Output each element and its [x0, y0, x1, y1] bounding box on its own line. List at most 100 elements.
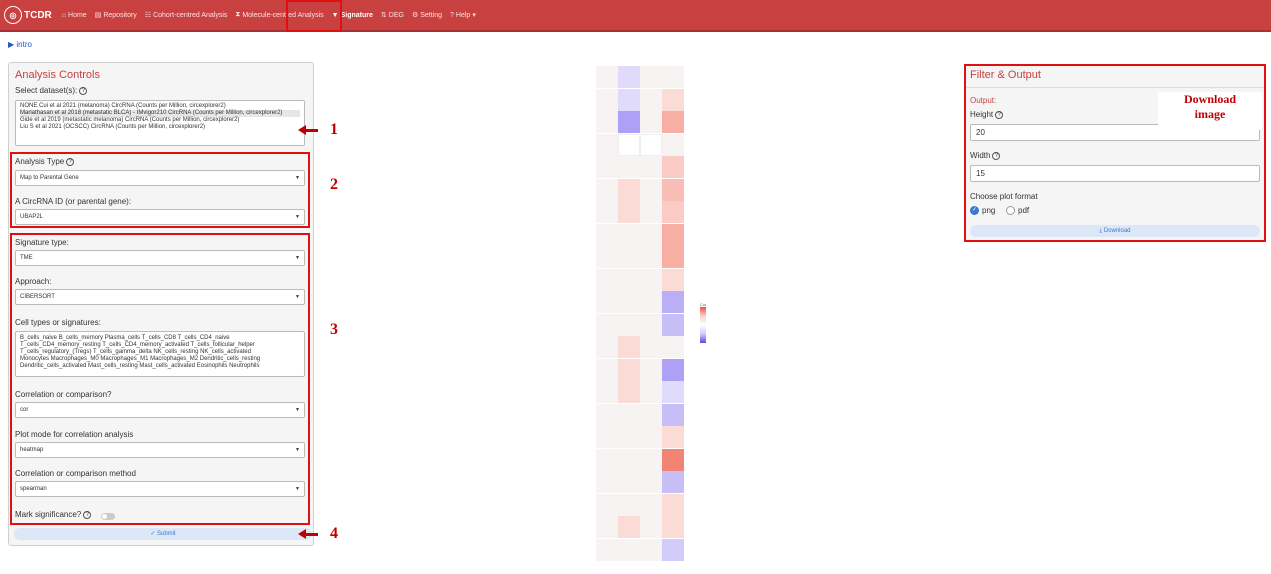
output-label: Output:: [970, 96, 997, 105]
mark-significance-toggle[interactable]: [101, 513, 115, 520]
nav-cohort-analysis[interactable]: ☷ Cohort-centred Analysis: [144, 11, 228, 20]
intro-toggle[interactable]: ▶ intro: [8, 40, 32, 49]
heatmap-cell: [596, 358, 618, 381]
chevron-down-icon: ▾: [472, 12, 476, 19]
help-icon: ?: [66, 157, 75, 166]
heatmap-cell: [640, 291, 662, 313]
download-button[interactable]: ⤓ Download: [970, 225, 1260, 237]
heatmap-cell: [618, 336, 640, 358]
signature-type-select[interactable]: TME ▼: [15, 250, 305, 266]
logo-text: TCDR: [24, 9, 52, 21]
submit-button[interactable]: ✓ Submit: [14, 528, 312, 540]
heatmap-cell: [662, 493, 684, 516]
correlation-select[interactable]: cor ▼: [15, 402, 305, 418]
dataset-option-selected[interactable]: Mariathasan et al 2018 (metastatic BLCA)…: [20, 110, 300, 117]
heatmap-cell: [618, 448, 640, 471]
heatmap-cell: [662, 133, 684, 156]
heatmap-cell: [596, 66, 618, 88]
dataset-option[interactable]: Liu S et al 2021 (OCSCC) CircRNA (Counts…: [20, 124, 300, 131]
question-icon: ?: [450, 11, 454, 19]
heatmap-cell: [662, 381, 684, 403]
annotation-arrow-3: 3: [330, 321, 338, 338]
heatmap-cell: [662, 358, 684, 381]
cell-types-input[interactable]: B_cells_naive B_cells_memory Plasma_cell…: [15, 331, 305, 377]
heatmap-cell: [640, 358, 662, 381]
heatmap-cell: [596, 201, 618, 223]
unchecked-radio-icon: [1006, 206, 1015, 215]
gear-icon: ⚙: [411, 12, 419, 19]
width-input[interactable]: 15: [970, 165, 1260, 182]
format-png-radio[interactable]: ✓ png: [970, 206, 995, 215]
heatmap-cell: [618, 133, 640, 156]
heatmap-cell: [640, 313, 662, 336]
heatmap-cell: [662, 111, 684, 133]
analysis-controls-title: Analysis Controls: [15, 69, 100, 81]
heatmap-cell: [596, 403, 618, 426]
caret-down-icon: ▼: [295, 407, 300, 413]
heatmap-cell: [596, 471, 618, 493]
analysis-type-select[interactable]: Map to Parental Gene ▼: [15, 170, 305, 186]
heatmap-cell: [662, 201, 684, 223]
heatmap-cell: [596, 313, 618, 336]
heatmap-cell: [596, 516, 618, 538]
heatmap-cell: [618, 88, 640, 111]
heatmap-cell: [662, 516, 684, 538]
heatmap-cell: [618, 471, 640, 493]
hourglass-icon: ⧗: [235, 11, 241, 18]
annotation-arrow-4: 4: [298, 525, 338, 543]
heatmap-cell: [662, 88, 684, 111]
heatmap-cell: [596, 291, 618, 313]
heatmap-cell: [618, 156, 640, 178]
heatmap-cell: [596, 538, 618, 561]
dataset-listbox[interactable]: NONE Cui et al 2021 (melanoma) CircRNA (…: [15, 100, 305, 146]
correlation-label: Correlation or comparison?: [15, 390, 112, 399]
caret-down-icon: ▼: [295, 447, 300, 453]
nav-repository[interactable]: ▤ Repository: [95, 11, 137, 20]
nav-home[interactable]: ⌂ Home: [62, 12, 87, 19]
heatmap-cell: [618, 516, 640, 538]
legend-colorbar: [700, 307, 706, 343]
approach-select[interactable]: CIBERSORT ▼: [15, 289, 305, 305]
nav-setting[interactable]: ⚙ Setting: [411, 11, 442, 20]
plot-mode-select[interactable]: heatmap ▼: [15, 442, 305, 458]
heatmap-cell: [640, 246, 662, 268]
cell-types-line: T_cells_CD4_memory_resting T_cells_CD4_m…: [20, 342, 255, 348]
users-icon: ☷: [144, 12, 152, 19]
heatmap-cell: [662, 448, 684, 471]
top-navbar: ◎ TCDR ⌂ Home ▤ Repository ☷ Cohort-centred…: [0, 0, 1271, 32]
analysis-type-label: Analysis Type?: [15, 157, 75, 166]
nav-help[interactable]: ? Help ▾: [450, 11, 478, 20]
mark-significance-label: Mark significance??: [15, 510, 92, 519]
heatmap-cell: [662, 426, 684, 448]
heatmap-cell: [640, 538, 662, 561]
dataset-option[interactable]: NONE Cui et al 2021 (melanoma) CircRNA (…: [20, 103, 300, 110]
cell-types-line: Dendritic_cells_activated Mast_cells_res…: [20, 363, 260, 369]
heatmap-cell: [618, 111, 640, 133]
heatmap-cell: [640, 268, 662, 291]
heatmap-cell: [662, 246, 684, 268]
dataset-option[interactable]: Gide et al 2019 (metastatic melanoma) Ci…: [20, 117, 300, 124]
method-select[interactable]: spearman ▼: [15, 481, 305, 497]
heatmap-cell: [596, 381, 618, 403]
heatmap-cell: [618, 381, 640, 403]
width-label: Width?: [970, 151, 1001, 160]
format-pdf-radio[interactable]: pdf: [1006, 206, 1029, 215]
heatmap-cell: [596, 448, 618, 471]
heatmap-cell: [640, 201, 662, 223]
nav-deg[interactable]: ⇅ DEG: [381, 11, 404, 20]
heatmap-cell: [618, 403, 640, 426]
heatmap-cell: [596, 268, 618, 291]
signature-type-label: Signature type:: [15, 238, 69, 247]
method-label: Correlation or comparison method: [15, 469, 136, 478]
plot-mode-label: Plot mode for correlation analysis: [15, 430, 134, 439]
heatmap-cell: [618, 246, 640, 268]
cell-types-line: T_cells_regulatory_(Tregs) T_cells_gamma…: [20, 349, 252, 355]
cell-types-line: B_cells_naive B_cells_memory Plasma_cell…: [20, 335, 230, 341]
app-logo[interactable]: ◎ TCDR: [4, 6, 52, 24]
heatmap-cell: [662, 313, 684, 336]
heatmap-cell: [596, 493, 618, 516]
circrna-id-select[interactable]: UBAP2L ▼: [15, 209, 305, 225]
heatmap-cell: [596, 246, 618, 268]
heatmap-cell: [618, 426, 640, 448]
heatmap-cell: [596, 88, 618, 111]
